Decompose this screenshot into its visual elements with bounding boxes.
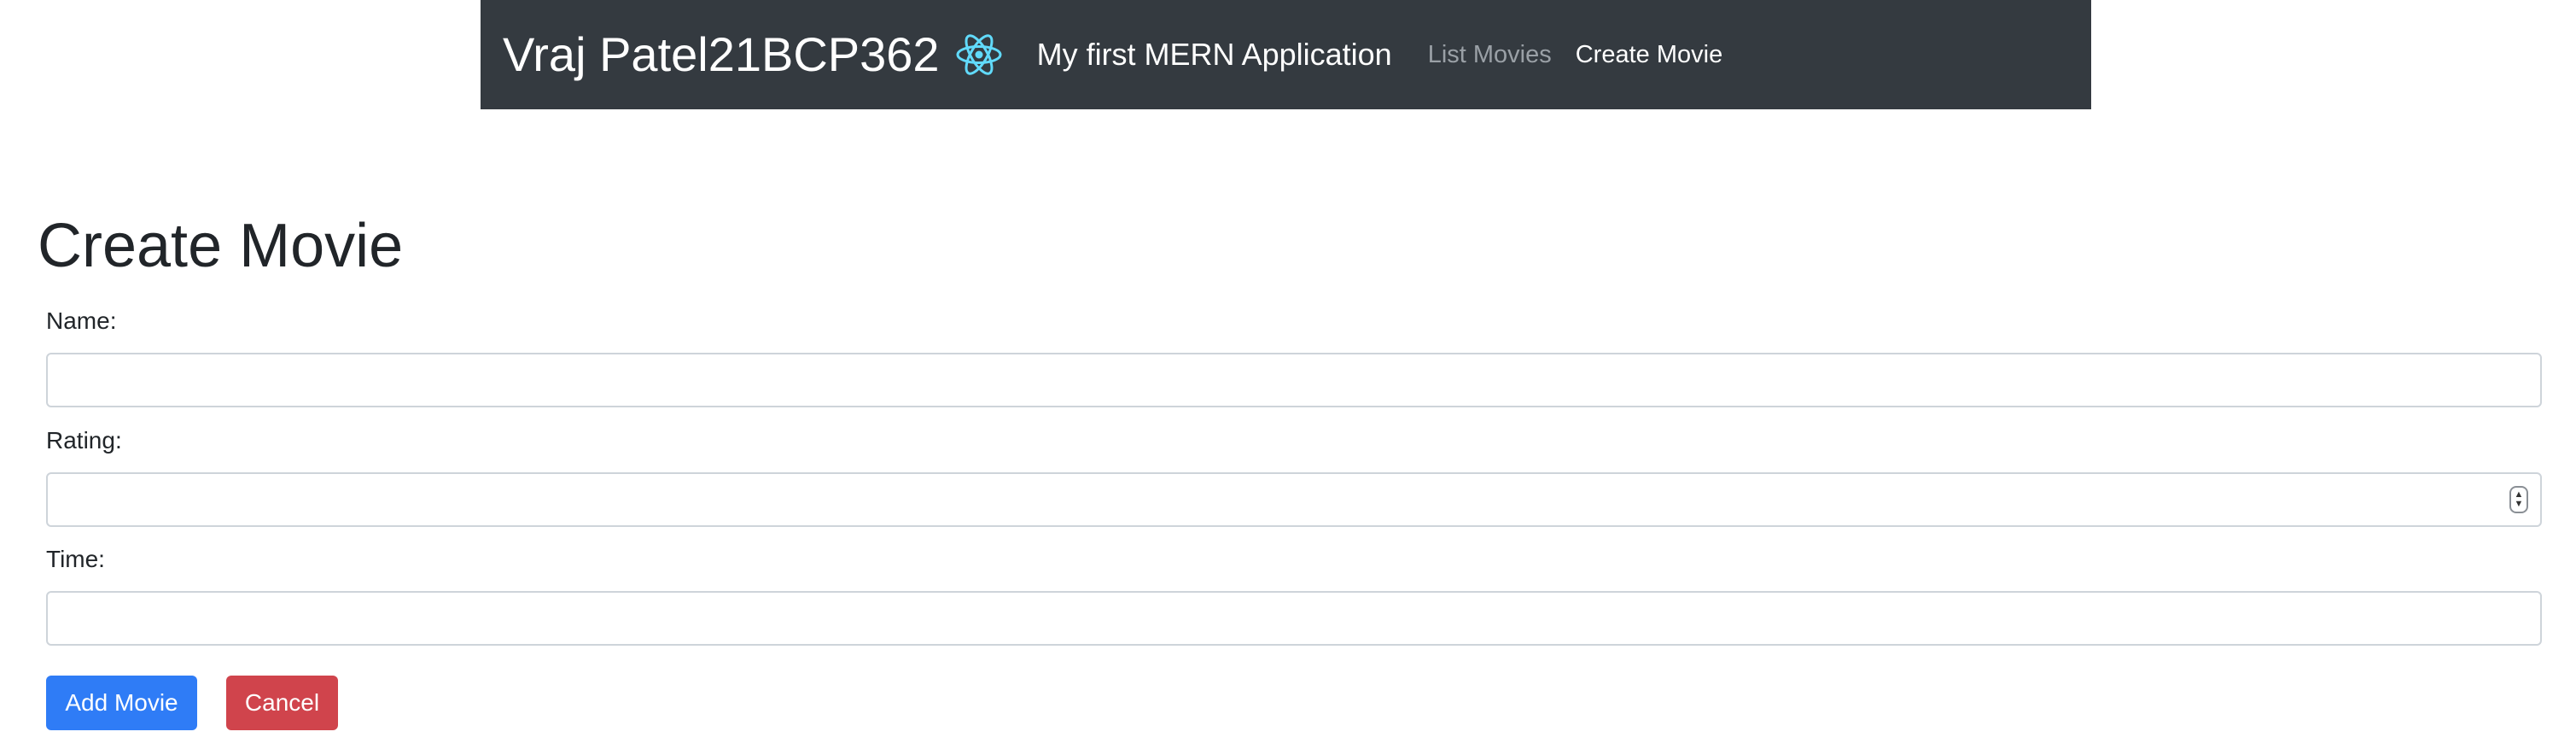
navbar-brand[interactable]: Vraj Patel21BCP362 (503, 31, 940, 79)
page-title: Create Movie (38, 212, 404, 280)
react-logo-icon (955, 31, 1003, 79)
name-input[interactable] (46, 353, 2542, 407)
rating-label: Rating: (46, 427, 122, 454)
add-movie-button[interactable]: Add Movie (46, 676, 197, 730)
nav-link-list-movies[interactable]: List Movies (1428, 41, 1552, 69)
name-label: Name: (46, 307, 117, 334)
app-title[interactable]: My first MERN Application (1037, 37, 1392, 73)
rating-input[interactable]: ▲ ▼ (46, 472, 2542, 527)
nav-link-create-movie[interactable]: Create Movie (1576, 41, 1722, 69)
cancel-button[interactable]: Cancel (226, 676, 338, 730)
top-navbar: Vraj Patel21BCP362 My first MERN Applica… (481, 0, 2091, 109)
number-spinner-icon[interactable]: ▲ ▼ (2509, 486, 2528, 513)
time-input[interactable] (46, 591, 2542, 646)
time-label: Time: (46, 546, 105, 572)
